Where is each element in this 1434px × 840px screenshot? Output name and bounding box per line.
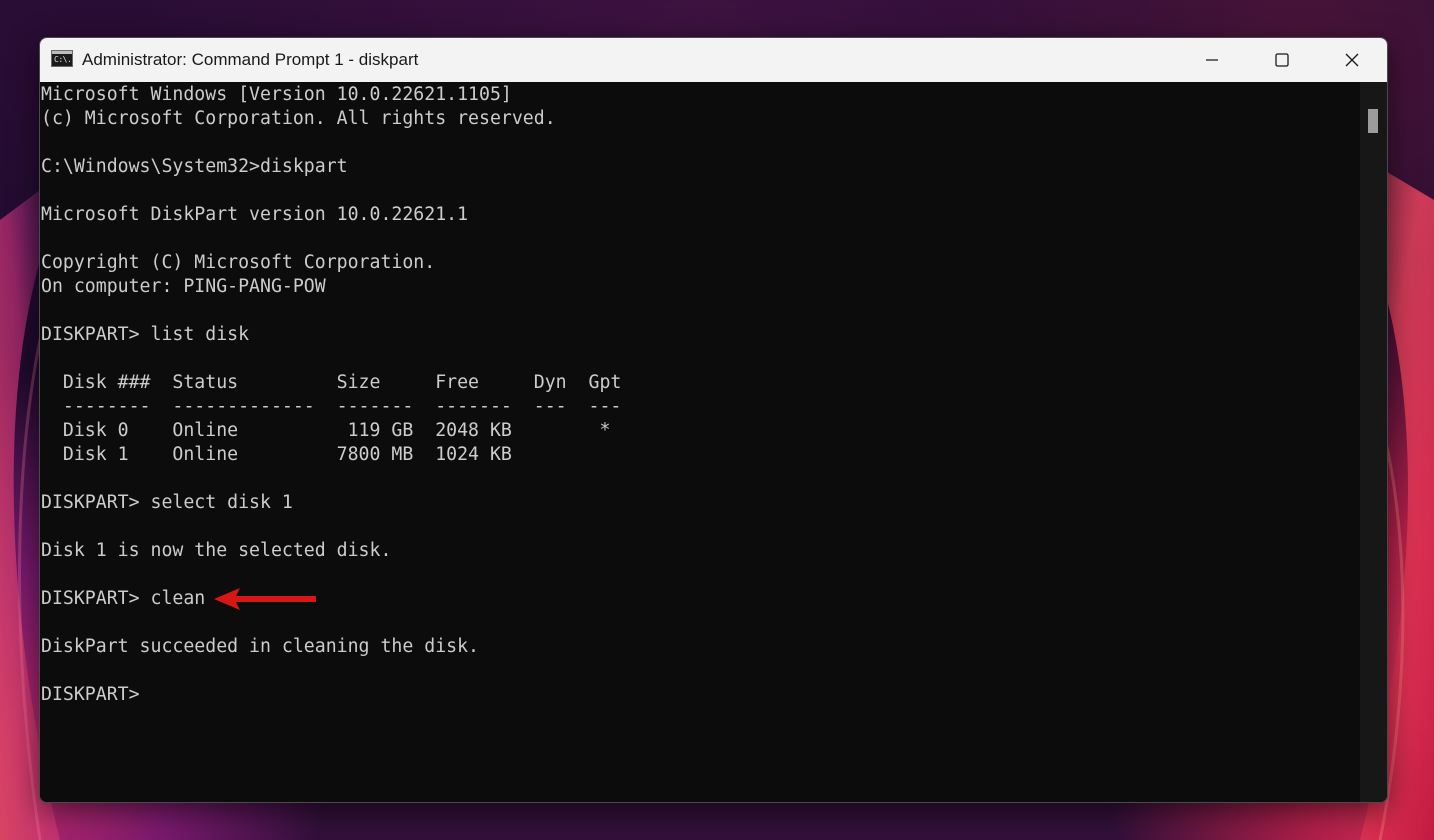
console-line: DISKPART> clean (41, 588, 206, 609)
console-line: Copyright (C) Microsoft Corporation. (41, 252, 436, 273)
console-line: Disk 1 is now the selected disk. (41, 540, 392, 561)
console-line: Microsoft DiskPart version 10.0.22621.1 (41, 204, 469, 225)
cmd-icon-label: C:\. (54, 55, 72, 64)
console-output[interactable]: Microsoft Windows [Version 10.0.22621.11… (40, 82, 1360, 802)
console-line: (c) Microsoft Corporation. All rights re… (41, 108, 556, 129)
console-line: -------- ------------- ------- ------- -… (41, 396, 622, 417)
close-icon (1345, 53, 1359, 67)
console-text: Microsoft Windows [Version 10.0.22621.11… (41, 83, 621, 707)
title-bar[interactable]: C:\. Administrator: Command Prompt 1 - d… (40, 38, 1387, 82)
console-line: DISKPART> list disk (41, 324, 250, 345)
cmd-icon-bar (52, 51, 72, 54)
cmd-icon: C:\. (51, 50, 73, 67)
minimize-button[interactable] (1177, 38, 1247, 82)
maximize-icon (1275, 53, 1289, 67)
console-line: DiskPart succeeded in cleaning the disk. (41, 636, 479, 657)
close-button[interactable] (1317, 38, 1387, 82)
minimize-icon (1206, 59, 1218, 61)
console-line: DISKPART> select disk 1 (41, 492, 293, 513)
vertical-scrollbar[interactable] (1360, 82, 1387, 802)
console-line: DISKPART> (41, 684, 140, 705)
maximize-button[interactable] (1247, 38, 1317, 82)
red-arrow-icon (214, 588, 316, 610)
console-line: Disk ### Status Size Free Dyn Gpt (41, 372, 622, 393)
console-line: C:\Windows\System32>diskpart (41, 156, 348, 177)
scrollbar-thumb[interactable] (1368, 109, 1378, 133)
console-line: Microsoft Windows [Version 10.0.22621.11… (41, 84, 512, 105)
window-title: Administrator: Command Prompt 1 - diskpa… (82, 50, 419, 69)
console-line: Disk 0 Online 119 GB 2048 KB * (41, 420, 611, 441)
console-line: Disk 1 Online 7800 MB 1024 KB (41, 444, 512, 465)
console-line: On computer: PING-PANG-POW (41, 276, 326, 297)
command-prompt-window: C:\. Administrator: Command Prompt 1 - d… (39, 37, 1388, 803)
